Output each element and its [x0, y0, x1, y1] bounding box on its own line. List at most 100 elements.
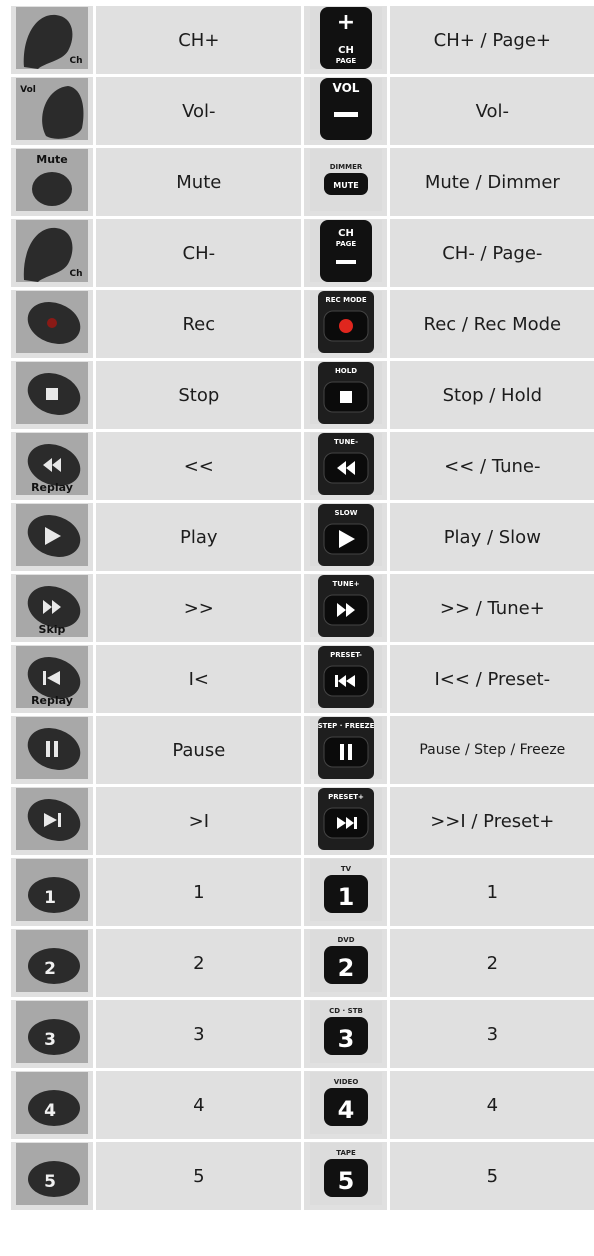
- old-remote-button-image: 2: [16, 930, 89, 992]
- old-remote-button-cell: [11, 290, 94, 358]
- old-remote-button-cell: [11, 503, 94, 571]
- button-caption: VIDEO: [333, 1078, 358, 1086]
- button-caption: CD · STB: [329, 1007, 363, 1015]
- button-caption: 2: [337, 954, 354, 982]
- skip-forward-button-icon: [16, 788, 89, 850]
- old-remote-button-label: 2: [96, 929, 302, 997]
- old-remote-button-cell: Ch: [11, 6, 94, 74]
- old-remote-button-cell: 2: [11, 929, 94, 997]
- new-remote-button-label: >>I / Preset+: [389, 787, 594, 855]
- old-remote-button-cell: Skip: [11, 574, 94, 642]
- button-caption: Ch: [70, 269, 83, 279]
- new-remote-button-label: Pause / Step / Freeze: [389, 716, 594, 784]
- rec-mode-button-icon: REC MODE: [309, 291, 382, 353]
- button-caption: HOLD: [335, 367, 357, 375]
- old-remote-button-cell: Ch: [11, 219, 94, 287]
- new-remote-button-cell: VIDEO 4: [304, 1071, 387, 1139]
- old-remote-button-image: [16, 788, 89, 850]
- mapping-row: Vol Vol- VOL Vol-: [11, 77, 594, 145]
- number-1-tv-button-icon: TV 1: [309, 859, 382, 921]
- old-remote-button-label: Stop: [96, 361, 302, 429]
- button-caption: 4: [337, 1096, 354, 1124]
- button-function-text: >I: [188, 810, 209, 832]
- button-caption: Ch: [70, 56, 83, 66]
- button-caption: 2: [44, 959, 56, 979]
- old-remote-button-cell: [11, 361, 94, 429]
- new-remote-button-cell: SLOW: [304, 503, 387, 571]
- new-remote-button-image: REC MODE: [309, 291, 382, 353]
- new-remote-button-image: SLOW: [309, 504, 382, 566]
- button-caption: 1: [44, 888, 56, 908]
- old-remote-button-image: [16, 504, 89, 566]
- mapping-row: 5 5 TAPE 5 5: [11, 1142, 594, 1210]
- button-caption: TUNE-: [334, 438, 358, 446]
- old-remote-button-cell: 3: [11, 1000, 94, 1068]
- new-remote-button-image: TV 1: [309, 859, 382, 921]
- stop-hold-button-icon: HOLD: [309, 362, 382, 424]
- button-function-text: 2: [193, 952, 205, 974]
- old-remote-button-label: 3: [96, 1000, 302, 1068]
- old-remote-button-label: I<: [96, 645, 302, 713]
- button-function-text: >>I / Preset+: [430, 810, 555, 832]
- mapping-row: Replay I< PRESET- I<< / Preset-: [11, 645, 594, 713]
- old-remote-button-label: 1: [96, 858, 302, 926]
- old-remote-button-label: 5: [96, 1142, 302, 1210]
- old-remote-button-label: 4: [96, 1071, 302, 1139]
- new-remote-button-label: 2: [389, 929, 594, 997]
- button-function-text: Vol-: [182, 100, 216, 122]
- old-remote-button-image: Mute: [16, 149, 89, 211]
- old-remote-button-cell: Vol: [11, 77, 94, 145]
- vol-minus-button-icon: VOL: [309, 78, 382, 140]
- number-1-button-icon: 1: [16, 859, 89, 921]
- button-function-text: Stop / Hold: [442, 384, 543, 406]
- button-caption: PRESET-: [330, 651, 362, 659]
- old-remote-button-image: 1: [16, 859, 89, 921]
- button-caption: 3: [337, 1025, 354, 1053]
- button-function-text: 4: [193, 1094, 205, 1116]
- old-remote-button-image: Skip: [16, 575, 89, 637]
- button-function-text: 4: [486, 1094, 499, 1116]
- new-remote-button-image: VIDEO 4: [309, 1072, 382, 1134]
- old-remote-button-cell: 5: [11, 1142, 94, 1210]
- button-caption: TV: [340, 865, 351, 873]
- old-remote-button-image: 4: [16, 1072, 89, 1134]
- button-function-text: 5: [486, 1165, 499, 1187]
- button-function-text: 3: [486, 1023, 499, 1045]
- new-remote-button-image: + CH PAGE: [309, 7, 382, 69]
- new-remote-button-cell: TUNE+: [304, 574, 387, 642]
- button-caption: 4: [44, 1101, 56, 1121]
- button-function-text: Rec: [182, 313, 216, 335]
- new-remote-button-label: >> / Tune+: [389, 574, 594, 642]
- button-function-text: 1: [193, 881, 205, 903]
- new-remote-button-label: CH+ / Page+: [389, 6, 594, 74]
- mapping-row: Mute Mute DIMMER MUTE Mute / Dimmer: [11, 148, 594, 216]
- button-function-text: Pause: [172, 739, 226, 761]
- old-remote-button-image: Vol: [16, 78, 89, 140]
- button-function-text: I<: [188, 668, 209, 690]
- button-function-text: >> / Tune+: [439, 597, 545, 619]
- old-remote-button-cell: 1: [11, 858, 94, 926]
- old-remote-button-label: Rec: [96, 290, 302, 358]
- new-remote-button-cell: STEP · FREEZE: [304, 716, 387, 784]
- new-remote-button-label: 4: [389, 1071, 594, 1139]
- number-5-tape-button-icon: TAPE 5: [309, 1143, 382, 1205]
- stop-button-icon: [16, 362, 89, 424]
- new-remote-button-label: 1: [389, 858, 594, 926]
- mapping-row: 2 2 DVD 2 2: [11, 929, 594, 997]
- new-remote-button-image: DVD 2: [309, 930, 382, 992]
- old-remote-button-cell: Mute: [11, 148, 94, 216]
- button-caption: TUNE+: [332, 580, 359, 588]
- new-remote-button-label: 5: [389, 1142, 594, 1210]
- button-caption: Replay: [31, 481, 73, 494]
- old-remote-button-image: [16, 717, 89, 779]
- new-remote-button-cell: TUNE-: [304, 432, 387, 500]
- old-remote-button-label: >I: [96, 787, 302, 855]
- mapping-row: 4 4 VIDEO 4 4: [11, 1071, 594, 1139]
- record-button-icon: [16, 291, 89, 353]
- new-remote-button-cell: DIMMER MUTE: [304, 148, 387, 216]
- button-caption: REC MODE: [325, 296, 366, 304]
- new-remote-button-cell: + CH PAGE: [304, 6, 387, 74]
- new-remote-button-image: TAPE 5: [309, 1143, 382, 1205]
- mapping-row: Ch CH- CH PAGE CH- / Page-: [11, 219, 594, 287]
- new-remote-button-cell: TV 1: [304, 858, 387, 926]
